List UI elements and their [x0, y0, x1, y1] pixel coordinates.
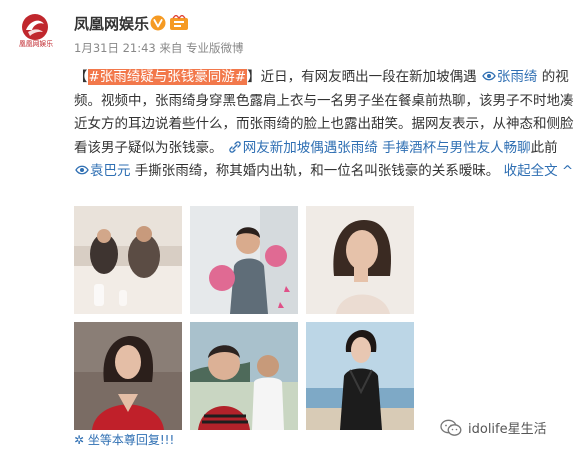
link-icon [229, 140, 241, 153]
collapse-text-button[interactable]: 收起全文 ^ [504, 163, 574, 179]
mention-link-2[interactable]: 袁巴元 [74, 163, 131, 179]
phoenix-logo-icon [22, 14, 48, 40]
restaurant-photo[interactable] [74, 206, 182, 314]
boxing-photo[interactable] [190, 206, 298, 314]
post-text-1: 近日，有网友晒出一段在新加坡偶遇 [260, 69, 477, 85]
mention-name: 袁巴元 [90, 163, 131, 179]
post-text-3: 此前 [530, 139, 558, 156]
account-name[interactable]: 凤凰网娱乐 [74, 14, 149, 34]
mention-name: 张雨绮 [496, 69, 538, 85]
vip-badge-icon[interactable] [169, 15, 189, 31]
eye-mention-icon [482, 71, 496, 81]
bracket-close: 】 [247, 69, 261, 85]
video-link[interactable]: 网友新加坡偶遇张雨绮 手捧酒杯与男性友人畅聊 [227, 140, 531, 156]
repost-line[interactable]: ✲ 坐等本尊回复!!! [74, 432, 174, 448]
collapse-label: 收起全文 [503, 163, 558, 179]
chevron-up-icon: ^ [561, 163, 574, 179]
topic-hashtag[interactable]: #张雨绮疑与张钱豪同游# [87, 69, 248, 85]
watermark-text: idolife星生活 [468, 422, 547, 437]
verified-icon [150, 15, 166, 31]
seaside-black-dress-photo[interactable] [306, 322, 414, 430]
wechat-icon [440, 419, 462, 436]
avatar-caption: 凰凰网娱乐 [19, 40, 53, 48]
avatar[interactable] [14, 12, 56, 42]
post-text-4: 手撕张雨绮，称其婚内出轨，和一位名叫张钱豪的关系暧昧。 [134, 163, 500, 179]
bracket-open: 【 [74, 69, 88, 85]
post-meta: 1月31日 21:43 来自 专业版微博 [74, 41, 244, 55]
video-link-label: 网友新加坡偶遇张雨绮 手捧酒杯与男性友人畅聊 [242, 139, 531, 156]
watermark: idolife星生活 [440, 418, 547, 437]
post-body: 【#张雨绮疑与张钱豪同游#】近日，有网友晒出一段在新加坡偶遇 张雨绮 的视频。视… [74, 66, 574, 184]
beach-selfie-photo[interactable] [190, 322, 298, 430]
mention-link-1[interactable]: 张雨绮 [481, 69, 538, 85]
red-dress-photo[interactable] [74, 322, 182, 430]
portrait-photo-white[interactable] [306, 206, 414, 314]
eye-mention-icon [75, 165, 89, 175]
